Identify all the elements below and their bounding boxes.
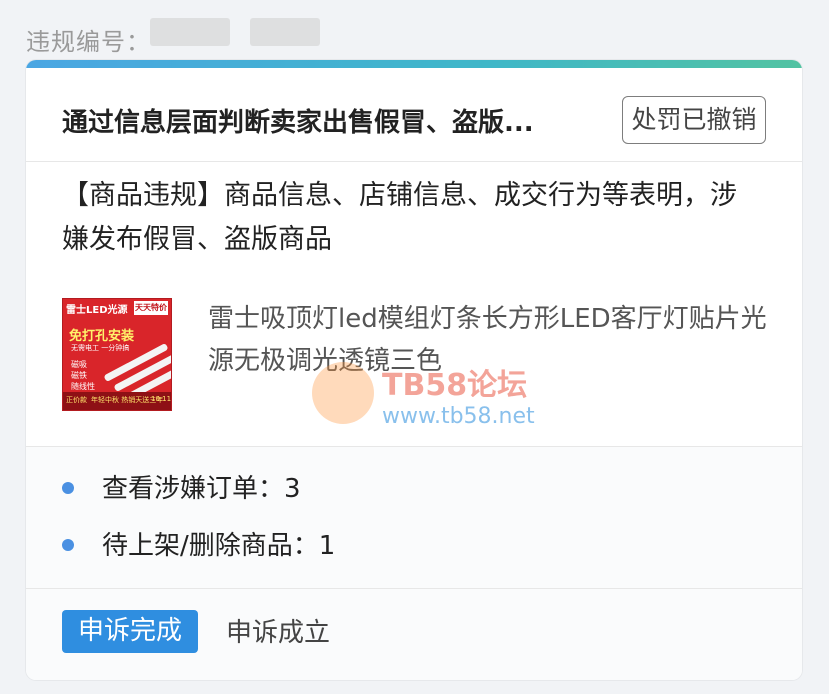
violation-title[interactable]: 通过信息层面判断卖家出售假冒、盗版... [62,102,622,139]
violation-stats: 查看涉嫌订单：3 待上架/删除商品：1 [26,447,802,588]
bullet-icon [62,482,74,494]
status-badge: 处罚已撤销 [622,96,766,144]
stat-label: 待上架/删除商品：1 [102,531,336,561]
thumb-feature: 随线性 [71,382,95,391]
bullet-icon [62,539,74,551]
redacted-id [150,18,230,46]
thumb-feature: 磁铁 [71,371,87,380]
stat-label: 查看涉嫌订单：3 [102,474,301,504]
led-strips-graphic [103,339,171,403]
thumb-footer-right: 10.11 [151,395,172,403]
redacted-id [250,18,320,46]
product-item[interactable]: 雷士LED光源 天天特价 免打孔安装 无需电工 一分钟搞 磁吸 磁铁 随线性 正… [62,298,782,418]
thumb-tag: 天天特价 [134,301,168,315]
product-name[interactable]: 雷士吸顶灯led模组灯条长方形LED客厅灯贴片光源无极调光透镜三色 [208,298,778,382]
thumb-feature: 磁吸 [71,360,87,369]
card-accent-strip [26,60,802,68]
appeal-result: 申诉成立 [226,618,331,648]
appeal-footer: 申诉完成 申诉成立 [26,589,802,680]
thumb-brand: 雷士LED光源 [66,305,128,316]
violation-description: 【商品违规】商品信息、店铺信息、成交行为等表明，涉嫌发布假冒、盗版商品 [62,180,737,255]
violation-id-label: 违规编号： [26,28,151,56]
card-header: 通过信息层面判断卖家出售假冒、盗版... 处罚已撤销 [26,68,802,162]
thumb-footer: 正价款 年轻中秋 热销天送三年 10.11 [63,392,171,410]
appeal-status-badge: 申诉完成 [62,610,198,653]
violation-card[interactable]: 通过信息层面判断卖家出售假冒、盗版... 处罚已撤销 【商品违规】商品信息、店铺… [26,60,802,680]
product-thumbnail[interactable]: 雷士LED光源 天天特价 免打孔安装 无需电工 一分钟搞 磁吸 磁铁 随线性 正… [62,298,172,411]
thumb-footer-left: 正价款 [66,396,87,404]
